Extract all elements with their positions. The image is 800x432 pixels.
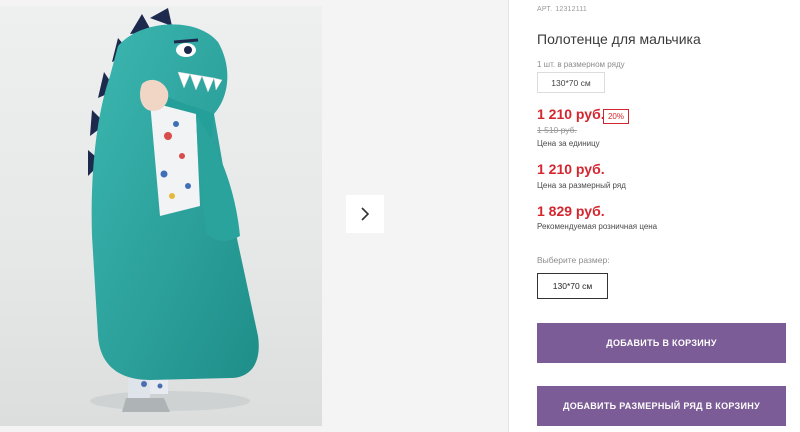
old-price: 1 510 руб. xyxy=(537,125,577,135)
product-title: Полотенце для мальчика xyxy=(537,31,701,47)
unit-price: 1 210 руб. xyxy=(537,106,605,122)
size-option-130x70[interactable]: 130*70 см xyxy=(537,273,608,299)
sku-label: АРТ. xyxy=(537,6,553,13)
size-selector-label: Выберите размер: xyxy=(537,255,610,265)
dinosaur-towel-illustration xyxy=(88,8,259,412)
retail-price: 1 829 руб. xyxy=(537,203,605,219)
sku: АРТ. 12312111 xyxy=(537,6,587,13)
add-to-cart-button[interactable]: ДОБАВИТЬ В КОРЗИНУ xyxy=(537,323,786,363)
next-image-button[interactable] xyxy=(346,195,384,233)
product-photo[interactable] xyxy=(0,6,322,426)
product-info-panel: АРТ. 12312111 Полотенце для мальчика 1 шт… xyxy=(509,0,800,432)
size-row-price-caption: Цена за размерный ряд xyxy=(537,181,626,190)
pack-size-badge: 130*70 см xyxy=(537,72,605,93)
chevron-right-icon xyxy=(361,207,370,221)
size-row-price: 1 210 руб. xyxy=(537,161,605,177)
sku-value: 12312111 xyxy=(555,6,587,13)
discount-badge: 20% xyxy=(603,109,629,124)
unit-price-caption: Цена за единицу xyxy=(537,139,600,148)
product-gallery xyxy=(0,0,509,432)
add-size-row-to-cart-button[interactable]: ДОБАВИТЬ РАЗМЕРНЫЙ РЯД В КОРЗИНУ xyxy=(537,386,786,426)
pack-note: 1 шт. в размерном ряду xyxy=(537,60,625,69)
retail-price-caption: Рекомендуемая розничная цена xyxy=(537,222,658,231)
